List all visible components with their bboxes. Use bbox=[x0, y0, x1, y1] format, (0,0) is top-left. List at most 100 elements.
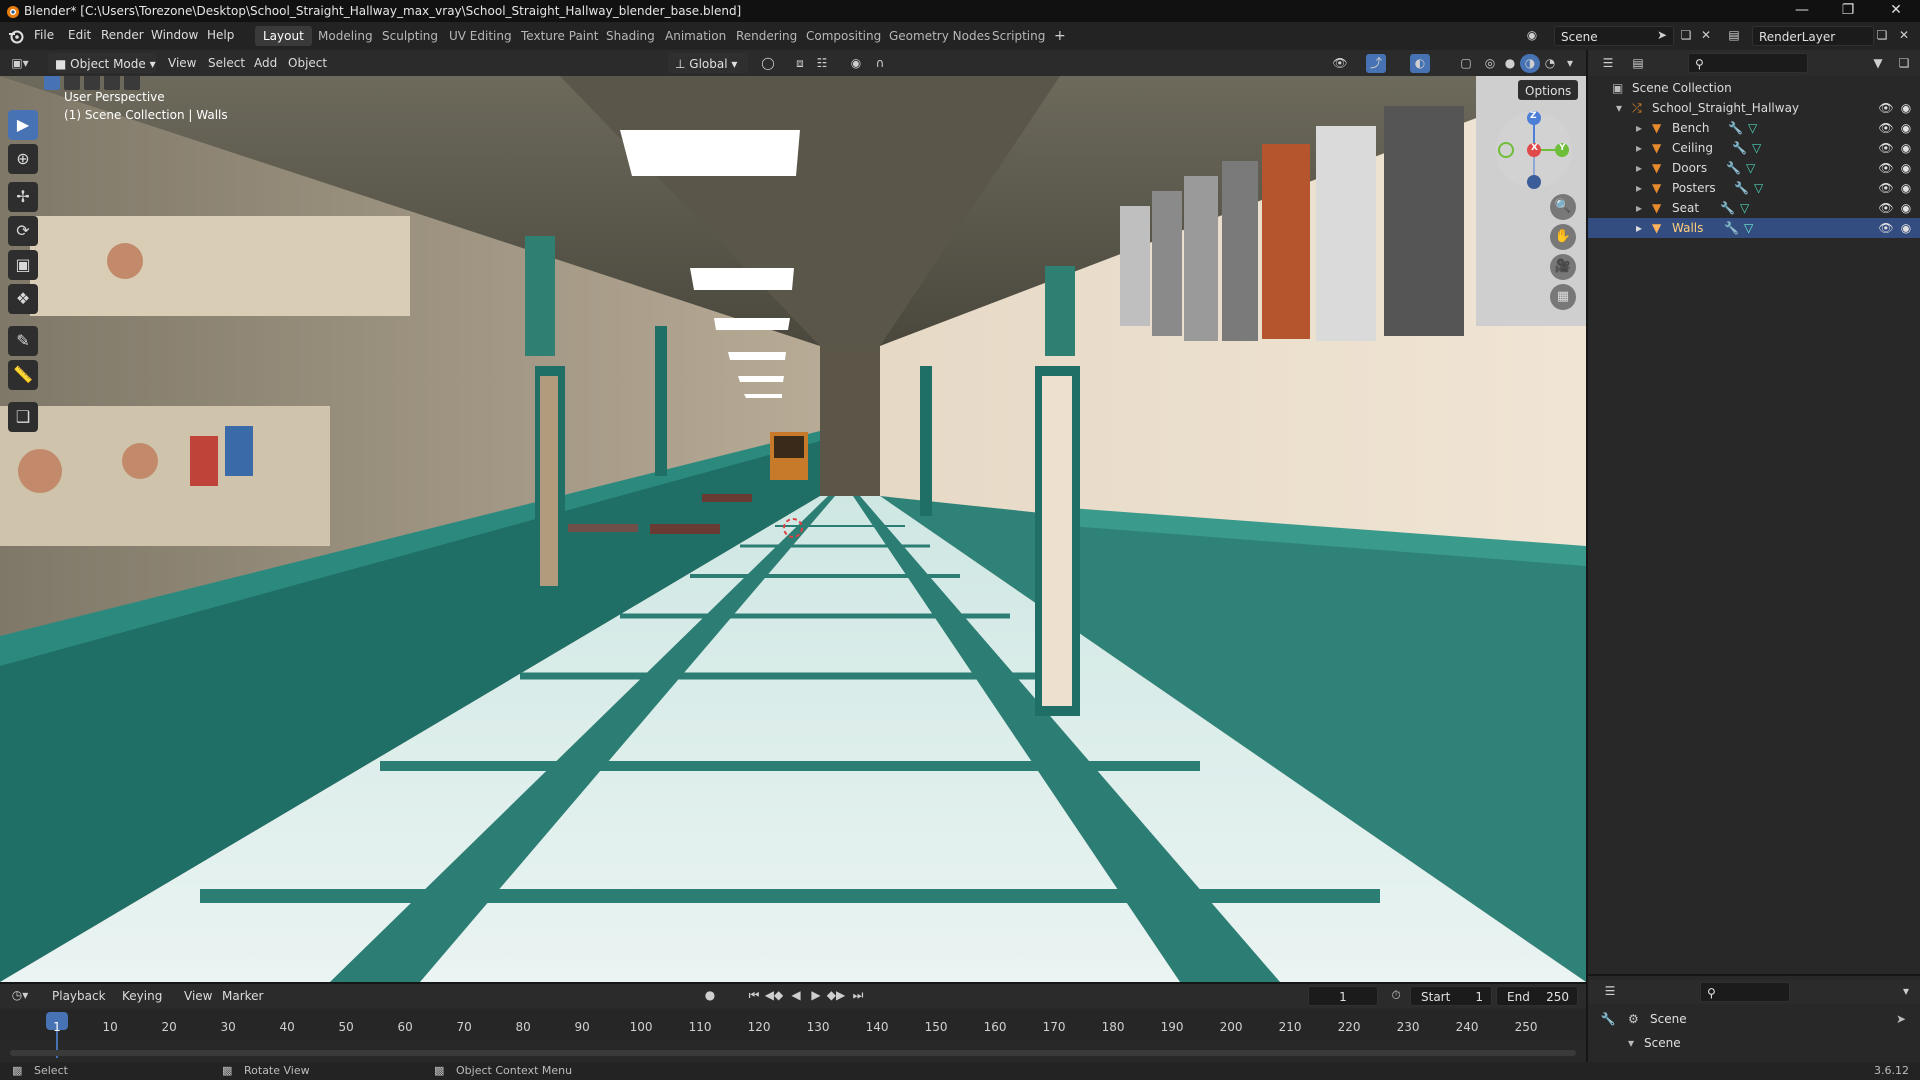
outliner-row-doors[interactable]: ▸ ▼ Doors 🔧 ▽ 👁 ◉ bbox=[1588, 158, 1920, 178]
annotate-icon[interactable]: ✎ bbox=[8, 326, 38, 356]
select-invert-icon[interactable] bbox=[104, 76, 120, 90]
rendered-shading-icon[interactable]: ◔ bbox=[1540, 54, 1560, 73]
jump-end-icon[interactable]: ⏭ bbox=[848, 986, 868, 1005]
jump-start-icon[interactable]: ⏮ bbox=[744, 986, 764, 1005]
shading-options-icon[interactable]: ▾ bbox=[1560, 54, 1580, 73]
eye-icon[interactable]: 👁 bbox=[1878, 138, 1894, 158]
render-camera-icon[interactable]: ◉ bbox=[1898, 98, 1914, 118]
view-menu[interactable]: View bbox=[168, 54, 196, 73]
tool-tab-icon[interactable]: 🔧 bbox=[1598, 1010, 1618, 1029]
move-icon[interactable]: ✢ bbox=[8, 182, 38, 212]
grid-view-icon[interactable]: ▦ bbox=[1550, 284, 1576, 310]
add-menu[interactable]: Add bbox=[254, 54, 277, 73]
select-new-icon[interactable] bbox=[44, 76, 60, 90]
eye-icon[interactable]: 👁 bbox=[1878, 198, 1894, 218]
prev-keyframe-icon[interactable]: ◀◆ bbox=[764, 986, 784, 1005]
outliner-row-scene-collection[interactable]: ▣ Scene Collection bbox=[1588, 78, 1920, 98]
outliner-search-input[interactable]: ⚲ bbox=[1688, 53, 1808, 73]
stopwatch-icon[interactable]: ⏱ bbox=[1386, 986, 1406, 1005]
wireframe-shading-icon[interactable]: ◎ bbox=[1480, 54, 1500, 73]
expand-right-icon[interactable]: ▸ bbox=[1636, 178, 1642, 198]
display-mode-icon[interactable]: ▤ bbox=[1628, 54, 1648, 73]
tab-animation[interactable]: Animation bbox=[657, 26, 734, 46]
camera-icon[interactable]: 🎥 bbox=[1550, 254, 1576, 280]
marker-menu[interactable]: Marker bbox=[222, 989, 263, 1003]
record-icon[interactable]: ● bbox=[700, 986, 720, 1005]
object-menu[interactable]: Object bbox=[288, 54, 327, 73]
expand-right-icon[interactable]: ▸ bbox=[1636, 198, 1642, 218]
blender-menu-icon[interactable] bbox=[8, 28, 24, 44]
falloff-icon[interactable]: ∩ bbox=[870, 54, 890, 73]
render-camera-icon[interactable]: ◉ bbox=[1898, 198, 1914, 218]
play-reverse-icon[interactable]: ◀ bbox=[786, 986, 806, 1005]
eye-icon[interactable]: 👁 bbox=[1878, 178, 1894, 198]
expand-right-icon[interactable]: ▸ bbox=[1636, 158, 1642, 178]
render-camera-icon[interactable]: ◉ bbox=[1898, 218, 1914, 238]
view-layer-icon[interactable]: ▤ bbox=[1724, 26, 1744, 45]
next-keyframe-icon[interactable]: ◆▶ bbox=[826, 986, 846, 1005]
outliner-editor-icon[interactable]: ☰ bbox=[1598, 54, 1618, 73]
outliner-row-collection[interactable]: ▾ ⤮ School_Straight_Hallway 👁 ◉ bbox=[1588, 98, 1920, 118]
xray-icon[interactable]: ▢ bbox=[1456, 54, 1476, 73]
select-subtract-icon[interactable] bbox=[84, 76, 100, 90]
menu-render[interactable]: Render bbox=[101, 28, 144, 42]
eye-icon[interactable]: 👁 bbox=[1878, 118, 1894, 138]
timeline-editor-icon[interactable]: ◷▾ bbox=[10, 986, 30, 1005]
select-menu[interactable]: Select bbox=[208, 54, 245, 73]
select-box-icon[interactable]: ▶ bbox=[8, 110, 38, 140]
pivot-icon[interactable]: ◯ bbox=[758, 54, 778, 73]
timeline-view-menu[interactable]: View bbox=[184, 989, 212, 1003]
filter-icon[interactable]: ▼ bbox=[1868, 54, 1888, 73]
outliner-row-ceiling[interactable]: ▸ ▼ Ceiling 🔧 ▽ 👁 ◉ bbox=[1588, 138, 1920, 158]
render-camera-icon[interactable]: ◉ bbox=[1898, 178, 1914, 198]
menu-edit[interactable]: Edit bbox=[68, 28, 91, 42]
proportional-edit-icon[interactable]: ◉ bbox=[846, 54, 866, 73]
rotate-icon[interactable]: ⟳ bbox=[8, 216, 38, 246]
eye-icon[interactable]: 👁 bbox=[1878, 158, 1894, 178]
snap-icon[interactable]: ⧈ bbox=[790, 54, 810, 73]
delete-view-layer-icon[interactable]: ✕ bbox=[1894, 26, 1914, 45]
end-frame-field[interactable]: End 250 bbox=[1496, 986, 1578, 1006]
outliner-row-seat[interactable]: ▸ ▼ Seat 🔧 ▽ 👁 ◉ bbox=[1588, 198, 1920, 218]
eye-icon[interactable]: 👁 bbox=[1878, 98, 1894, 118]
start-frame-field[interactable]: Start 1 bbox=[1410, 986, 1492, 1006]
expand-right-icon[interactable]: ▸ bbox=[1636, 218, 1642, 238]
pin-icon[interactable]: ➤ bbox=[1652, 26, 1672, 45]
overlays-icon[interactable]: ◐ bbox=[1410, 54, 1430, 73]
keying-menu[interactable]: Keying bbox=[122, 989, 162, 1003]
properties-options-icon[interactable]: ▾ bbox=[1896, 982, 1916, 1001]
options-dropdown[interactable]: Options bbox=[1518, 80, 1578, 100]
measure-icon[interactable]: 📏 bbox=[8, 360, 38, 390]
hand-pan-icon[interactable]: ✋ bbox=[1550, 224, 1576, 250]
current-frame-field[interactable]: 1 bbox=[1308, 986, 1378, 1006]
outliner-row-bench[interactable]: ▸ ▼ Bench 🔧 ▽ 👁 ◉ bbox=[1588, 118, 1920, 138]
mode-selector[interactable]: ■ Object Mode ▾ bbox=[48, 53, 156, 73]
new-collection-icon[interactable]: ❏ bbox=[1894, 54, 1914, 73]
menu-help[interactable]: Help bbox=[207, 28, 234, 42]
tab-geometry-nodes[interactable]: Geometry Nodes bbox=[881, 26, 998, 46]
expand-down-icon[interactable]: ▾ bbox=[1616, 98, 1622, 118]
tab-compositing[interactable]: Compositing bbox=[798, 26, 889, 46]
tab-uv-editing[interactable]: UV Editing bbox=[441, 26, 520, 46]
new-view-layer-icon[interactable]: ❏ bbox=[1872, 26, 1892, 45]
select-intersect-icon[interactable] bbox=[124, 76, 140, 90]
render-camera-icon[interactable]: ◉ bbox=[1898, 158, 1914, 178]
playback-menu[interactable]: Playback bbox=[52, 989, 106, 1003]
scene-browse-icon[interactable]: ◉ bbox=[1522, 26, 1542, 45]
snap-target-icon[interactable]: ☷ bbox=[812, 54, 832, 73]
timeline-scrollbar[interactable] bbox=[10, 1050, 1576, 1056]
navigation-gizmo[interactable]: Z Y X bbox=[1494, 110, 1574, 190]
expand-right-icon[interactable]: ▸ bbox=[1636, 118, 1642, 138]
cursor-icon[interactable]: ⊕ bbox=[8, 144, 38, 174]
render-camera-icon[interactable]: ◉ bbox=[1898, 118, 1914, 138]
editor-type-icon[interactable]: ▣▾ bbox=[10, 54, 30, 73]
play-icon[interactable]: ▶ bbox=[806, 986, 826, 1005]
select-extend-icon[interactable] bbox=[64, 76, 80, 90]
solid-shading-icon[interactable]: ● bbox=[1500, 54, 1520, 73]
chevron-down-icon[interactable]: ▾ bbox=[1628, 1036, 1634, 1050]
gizmo-icon[interactable]: ⤴ bbox=[1366, 54, 1386, 73]
visibility-icon[interactable]: 👁 bbox=[1330, 54, 1350, 73]
menu-file[interactable]: File bbox=[34, 28, 54, 42]
eye-icon[interactable]: 👁 bbox=[1878, 218, 1894, 238]
restore-icon[interactable]: ❐ bbox=[1826, 0, 1870, 22]
